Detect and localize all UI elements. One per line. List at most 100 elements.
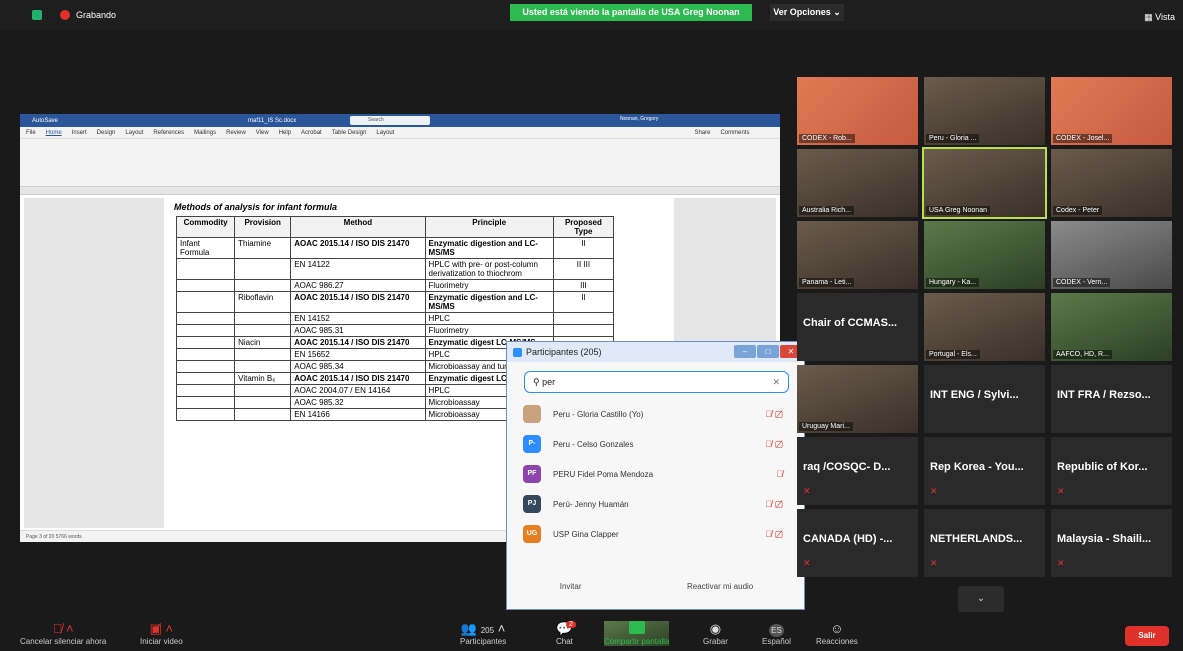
video-tile[interactable]: CODEX - Vern... [1051, 221, 1172, 289]
muted-mic-icon: ✕ [803, 486, 811, 496]
people-icon: 👥 205 ˄ [460, 621, 506, 636]
unmute-button[interactable]: Reactivar mi audio [679, 578, 761, 595]
participant-row[interactable]: UG USP Gina Clapper 🎙̸ ▢̸ [523, 519, 793, 549]
participant-name: Peru - Celso Gonzales [553, 439, 634, 449]
view-options-button[interactable]: Ver Opciones ⌄ [770, 4, 844, 21]
participant-tile-name: Rep Korea - You... [930, 461, 1024, 473]
record-icon: ◉ [709, 621, 722, 636]
table-cell: AOAC 2015.14 / ISO DIS 21470 [290, 237, 426, 259]
table-cell [234, 258, 292, 280]
unmute-toolbar-button[interactable]: 🎙̸ ˄ Cancelar silenciar ahora [20, 621, 106, 646]
invite-button[interactable]: Invitar [552, 578, 590, 595]
screen-share-banner: Usted está viendo la pantalla de USA Gre… [510, 4, 752, 21]
participant-row[interactable]: Peru - Gloria Castillo (Yo) 🎙̸ ▢̸ [523, 399, 793, 429]
meeting-toolbar: 🎙̸ ˄ Cancelar silenciar ahora ▣̸ ˄ Iniciar… [0, 617, 1183, 651]
video-tile[interactable]: Uruguay Mari... [797, 365, 918, 433]
participant-row[interactable]: PJ Perú- Jenny Huamán 🎙̸ ▢̸ [523, 489, 793, 519]
word-search-box[interactable]: Search [350, 116, 430, 125]
smiley-icon: ☺ [830, 621, 844, 636]
minimize-button[interactable]: – [734, 345, 756, 358]
word-menu-item[interactable]: Help [279, 130, 291, 136]
table-cell [234, 348, 292, 361]
reactions-button[interactable]: ☺ Reacciones [816, 621, 858, 646]
participant-list: Peru - Gloria Castillo (Yo) 🎙̸ ▢̸ P- Per… [523, 399, 793, 549]
word-menu-item[interactable]: Table Design [332, 130, 367, 136]
table-cell [234, 384, 292, 397]
video-tile[interactable]: INT FRA / Rezso... [1051, 365, 1172, 433]
video-tile[interactable]: CODEX - Rob... [797, 77, 918, 145]
word-menu-item[interactable]: Acrobat [301, 130, 322, 136]
comments-button[interactable]: Comments [720, 130, 749, 136]
participant-name: USP Gina Clapper [553, 529, 619, 539]
avatar: UG [523, 525, 541, 543]
word-menu-item[interactable]: References [153, 130, 184, 136]
video-tile[interactable]: Portugal - Els... [924, 293, 1045, 361]
language-button[interactable]: ES Español [762, 621, 791, 646]
word-menu-item[interactable]: Home [46, 130, 62, 136]
word-menu-item[interactable]: Insert [72, 130, 87, 136]
video-tile[interactable]: Malaysia - Shaili... ✕ [1051, 509, 1172, 577]
share-icon [604, 621, 669, 637]
table-cell [234, 279, 292, 292]
view-button[interactable]: ▦ Vista [1144, 12, 1175, 23]
word-menu-item[interactable]: Review [226, 130, 246, 136]
participant-tile-name: CODEX - Josel... [1053, 134, 1113, 143]
video-tile[interactable]: CANADA (HD) -... ✕ [797, 509, 918, 577]
video-tile[interactable]: Australia Rich... [797, 149, 918, 217]
table-cell: II III [552, 258, 615, 280]
word-menu-item[interactable]: View [256, 130, 269, 136]
video-tile[interactable]: USA Greg Noonan [922, 147, 1047, 219]
start-video-button[interactable]: ▣̸ ˄ Iniciar video [140, 621, 183, 646]
word-ribbon [20, 139, 780, 187]
word-menu-item[interactable]: Layout [125, 130, 143, 136]
record-button[interactable]: ◉ Grabar [703, 621, 728, 646]
table-row: AOAC 985.31 Fluorimetry [175, 324, 615, 337]
table-cell: Vitamin B₆ [234, 372, 292, 385]
participant-name: Perú- Jenny Huamán [553, 499, 629, 509]
video-tile[interactable]: INT ENG / Sylvi... [924, 365, 1045, 433]
word-menu-item[interactable]: File [26, 130, 36, 136]
word-menu-item[interactable]: Design [97, 130, 116, 136]
word-ruler [20, 187, 780, 195]
participant-name: Peru - Gloria Castillo (Yo) [553, 409, 644, 419]
word-menu-item[interactable]: Mailings [194, 130, 216, 136]
table-cell [175, 291, 236, 313]
table-cell: Thiamine [234, 237, 292, 259]
video-tile[interactable]: Chair of CCMAS... [797, 293, 918, 361]
table-row: AOAC 986.27 Fluorimetry III [175, 279, 615, 292]
muted-mic-icon: 🎙̸ [776, 469, 783, 479]
word-user: Noonan, Gregory [620, 116, 659, 122]
participant-row[interactable]: P- Peru - Celso Gonzales 🎙̸ ▢̸ [523, 429, 793, 459]
table-cell [175, 258, 236, 280]
muted-mic-icon: ✕ [930, 486, 938, 496]
clear-search-icon[interactable]: ✕ [772, 372, 780, 392]
table-header: Provision [234, 216, 292, 238]
participants-footer: Invitar Reactivar mi audio [507, 578, 806, 595]
video-tile[interactable]: Republic of Kor... ✕ [1051, 437, 1172, 505]
share-button[interactable]: Share [694, 130, 710, 136]
table-cell [175, 348, 236, 361]
muted-mic-icon: 🎙̸ ▢̸ [765, 409, 783, 419]
share-screen-button[interactable]: Compartir pantalla [604, 621, 670, 646]
video-tile[interactable]: Panama - Leti... [797, 221, 918, 289]
table-cell [234, 360, 292, 373]
video-tile[interactable]: CODEX - Josel... [1051, 77, 1172, 145]
participant-tile-name: raq /COSQC- D... [803, 461, 891, 473]
table-cell: Enzymatic digestion and LC-MS/MS [424, 237, 554, 259]
video-tile[interactable]: Hungary - Ka... [924, 221, 1045, 289]
participants-button[interactable]: 👥 205 ˄ Participantes [460, 621, 506, 646]
video-tile[interactable]: raq /COSQC- D... ✕ [797, 437, 918, 505]
participant-row[interactable]: PF PERU Fidel Poma Mendoza 🎙̸ [523, 459, 793, 489]
participant-tile-name: INT ENG / Sylvi... [930, 389, 1019, 401]
video-tile[interactable]: AAFCO, HD, R... [1051, 293, 1172, 361]
chevron-down-icon[interactable]: ⌄ [958, 586, 1004, 612]
video-tile[interactable]: Peru - Gloria ... [924, 77, 1045, 145]
maximize-button[interactable]: □ [757, 345, 779, 358]
video-tile[interactable]: NETHERLANDS... ✕ [924, 509, 1045, 577]
word-menu-item[interactable]: Layout [376, 130, 394, 136]
chat-button[interactable]: 💬 2 Chat [556, 621, 576, 646]
video-tile[interactable]: Rep Korea - You... ✕ [924, 437, 1045, 505]
participant-search-input[interactable]: ⚲ per ✕ [524, 371, 789, 393]
leave-button[interactable]: Salir [1125, 626, 1169, 646]
video-tile[interactable]: Codex - Peter [1051, 149, 1172, 217]
